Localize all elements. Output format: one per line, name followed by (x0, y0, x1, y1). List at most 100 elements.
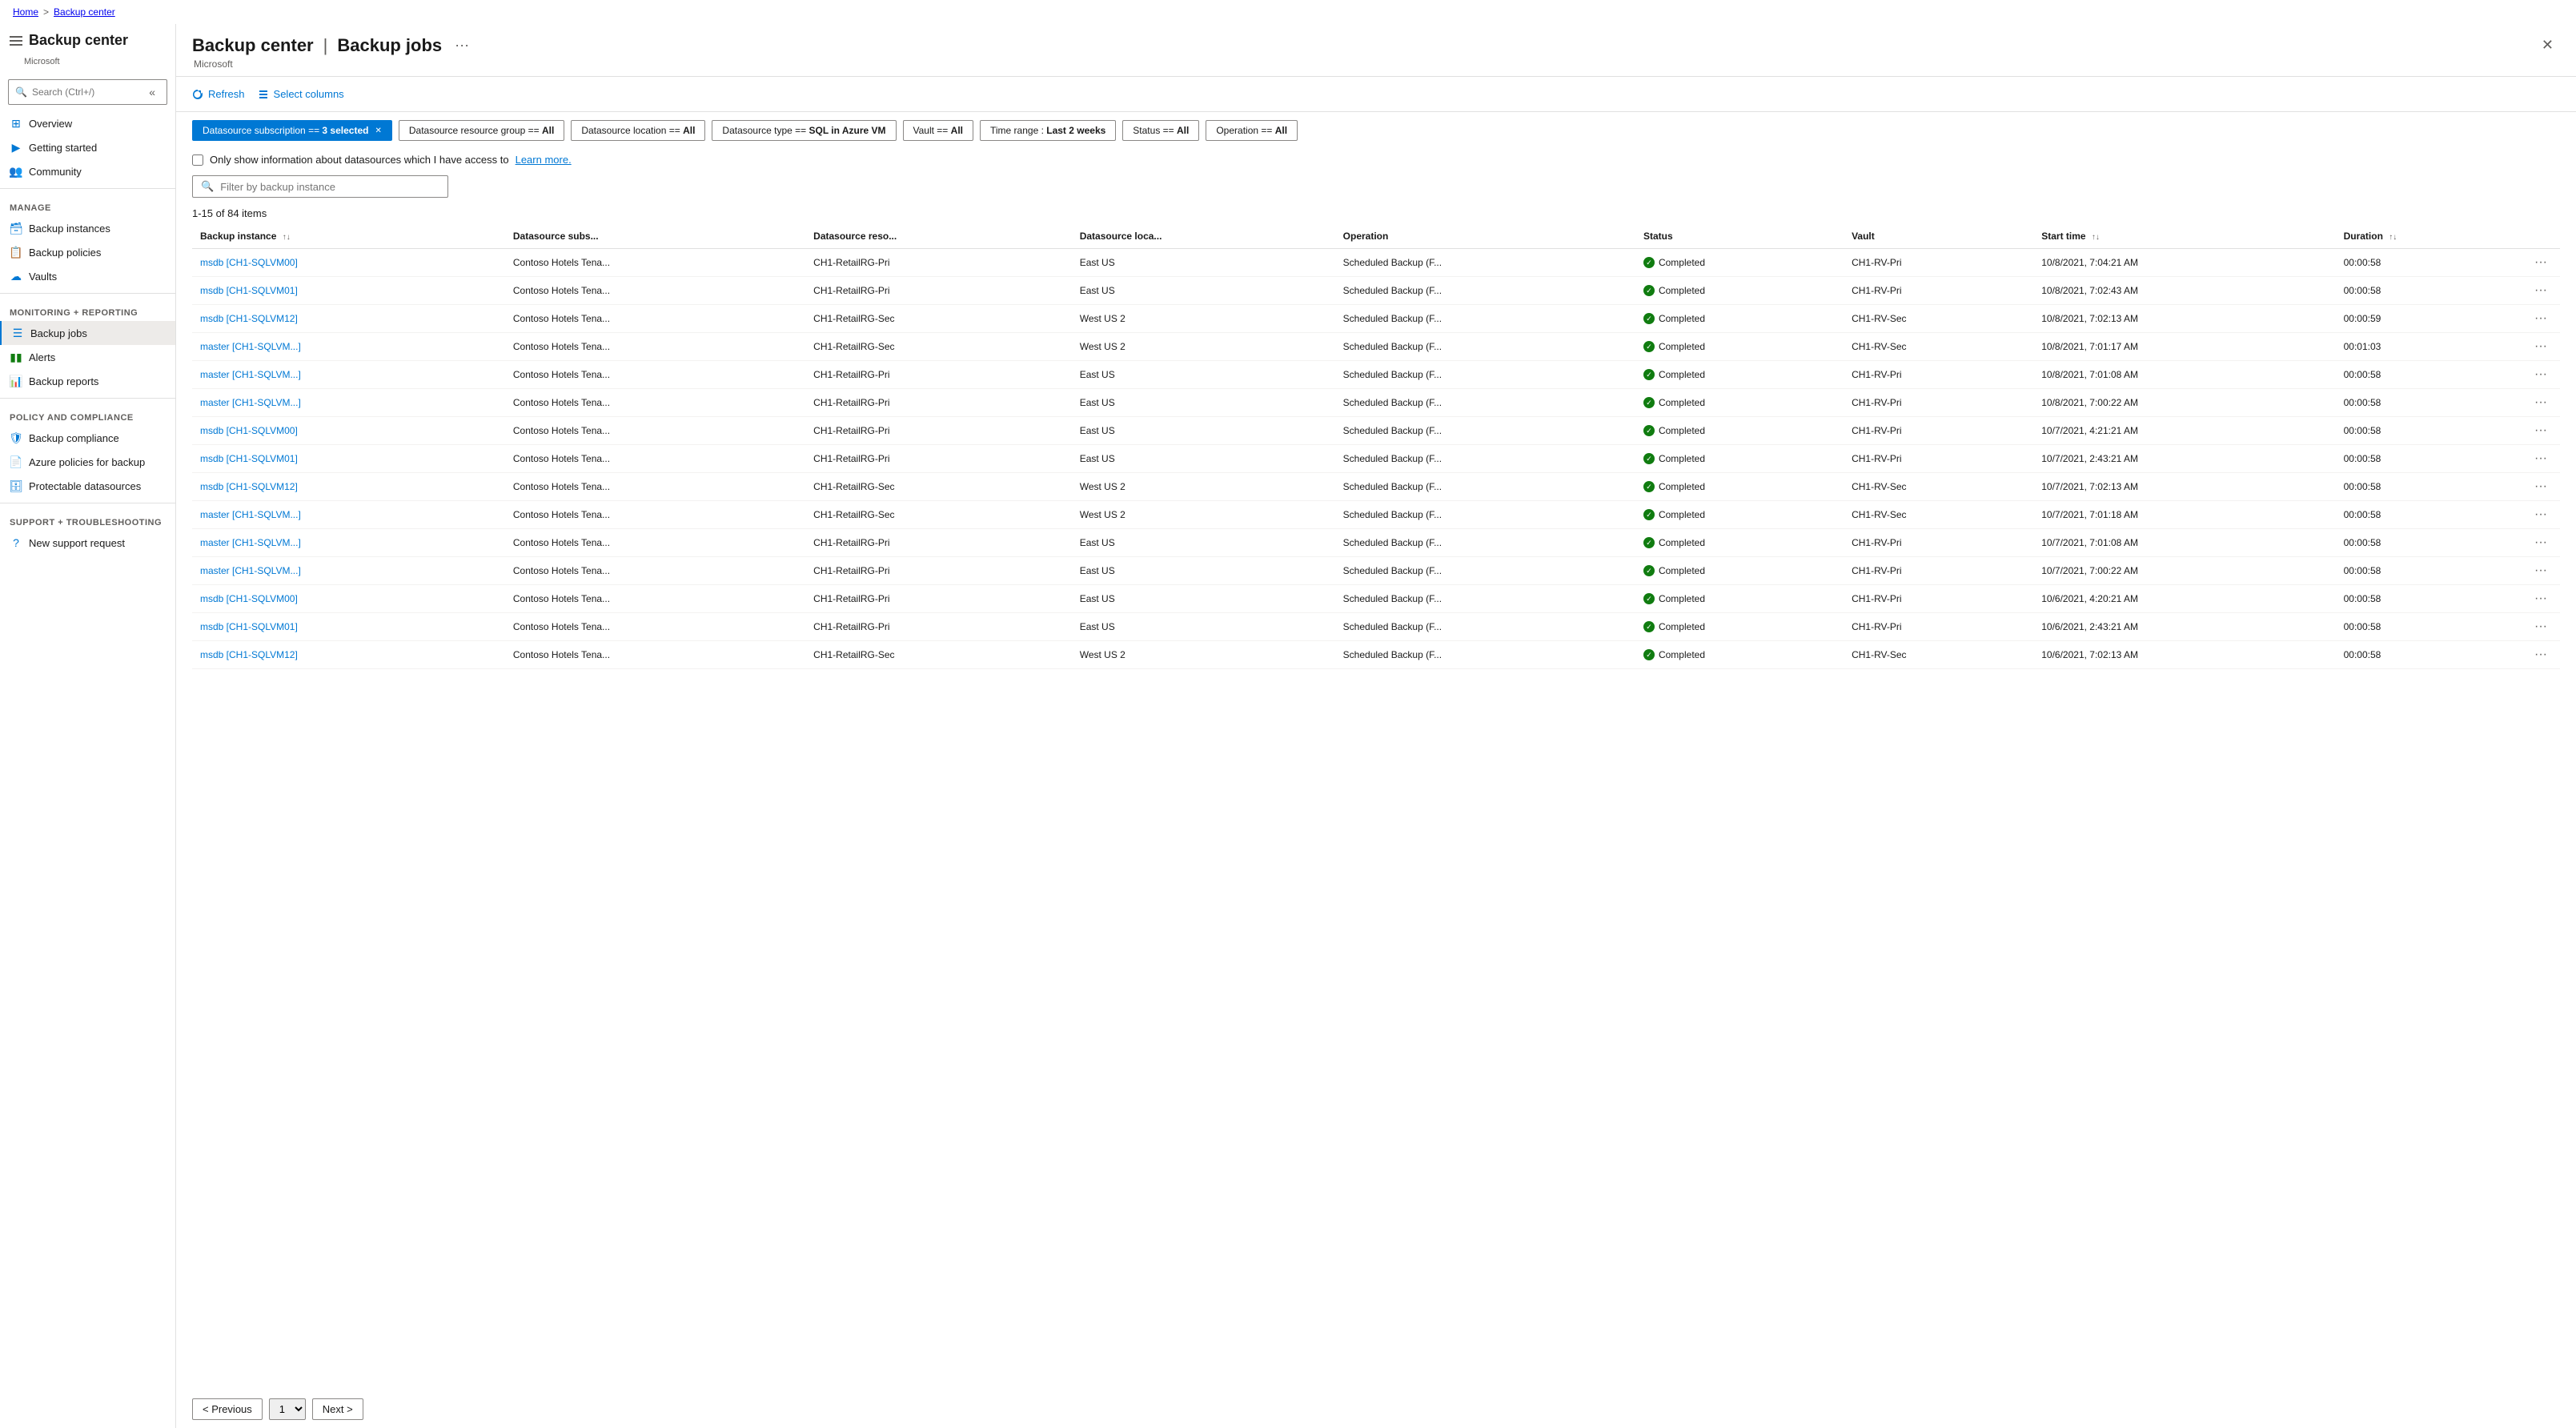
row-menu-icon[interactable]: ··· (2530, 534, 2552, 551)
row-menu-icon[interactable]: ··· (2530, 338, 2552, 355)
row-menu-icon[interactable]: ··· (2530, 254, 2552, 271)
sort-icon[interactable]: ↑↓ (2389, 233, 2397, 242)
cell-row-menu[interactable]: ··· (2522, 585, 2560, 613)
app-brand: Microsoft (0, 57, 175, 73)
sidebar-item-backup-compliance[interactable]: 🛡 Backup compliance (0, 426, 175, 450)
sort-icon[interactable]: ↑↓ (2092, 233, 2100, 242)
cell-backup-instance: msdb [CH1-SQLVM00] (192, 417, 505, 445)
sidebar-item-new-support[interactable]: ? New support request (0, 531, 175, 555)
prev-page-button[interactable]: < Previous (192, 1398, 263, 1420)
cell-row-menu[interactable]: ··· (2522, 361, 2560, 389)
row-menu-icon[interactable]: ··· (2530, 562, 2552, 579)
row-menu-icon[interactable]: ··· (2530, 646, 2552, 663)
sidebar-item-getting-started[interactable]: ▶ Getting started (0, 135, 175, 159)
status-label: Completed (1659, 649, 1705, 660)
cell-operation: Scheduled Backup (F... (1335, 333, 1635, 361)
backup-instance-search[interactable] (220, 181, 439, 193)
select-columns-button[interactable]: Select columns (258, 85, 344, 103)
row-menu-icon[interactable]: ··· (2530, 478, 2552, 495)
sort-icon[interactable]: ↑↓ (283, 233, 291, 242)
filter-chip-resource-group[interactable]: Datasource resource group == All (399, 120, 564, 141)
cell-datasource-subs: Contoso Hotels Tena... (505, 333, 805, 361)
row-menu-icon[interactable]: ··· (2530, 450, 2552, 467)
sidebar-item-backup-reports[interactable]: 📊 Backup reports (0, 369, 175, 393)
col-backup-instance: Backup instance ↑↓ (192, 224, 505, 249)
sidebar-item-backup-jobs[interactable]: ☰ Backup jobs (0, 321, 175, 345)
sidebar-item-overview[interactable]: ⊞ Overview (0, 111, 175, 135)
backup-reports-icon: 📊 (10, 375, 22, 387)
row-menu-icon[interactable]: ··· (2530, 422, 2552, 439)
sidebar-item-community[interactable]: 👥 Community (0, 159, 175, 183)
hamburger-menu[interactable] (10, 36, 22, 46)
cell-row-menu[interactable]: ··· (2522, 305, 2560, 333)
cell-backup-instance: master [CH1-SQLVM...] (192, 557, 505, 585)
cell-row-menu[interactable]: ··· (2522, 417, 2560, 445)
table-row: master [CH1-SQLVM...] Contoso Hotels Ten… (192, 501, 2560, 529)
cell-datasource-subs: Contoso Hotels Tena... (505, 473, 805, 501)
breadcrumb-home[interactable]: Home (13, 6, 38, 18)
filter-close-icon[interactable]: ✕ (375, 126, 381, 135)
filter-label: Operation == All (1216, 125, 1287, 136)
cell-datasource-reso: CH1-RetailRG-Sec (805, 641, 1072, 669)
cell-row-menu[interactable]: ··· (2522, 277, 2560, 305)
row-menu-icon[interactable]: ··· (2530, 310, 2552, 327)
col-vault: Vault (1844, 224, 2033, 249)
learn-more-link[interactable]: Learn more. (516, 154, 572, 166)
next-page-button[interactable]: Next > (312, 1398, 363, 1420)
cell-duration: 00:00:58 (2336, 249, 2522, 277)
row-menu-icon[interactable]: ··· (2530, 366, 2552, 383)
cell-vault: CH1-RV-Pri (1844, 417, 2033, 445)
filter-chip-type[interactable]: Datasource type == SQL in Azure VM (712, 120, 896, 141)
sidebar-search[interactable]: 🔍 « (8, 79, 167, 105)
sidebar-item-label: New support request (29, 537, 125, 549)
cell-row-menu[interactable]: ··· (2522, 641, 2560, 669)
cell-row-menu[interactable]: ··· (2522, 613, 2560, 641)
cell-row-menu[interactable]: ··· (2522, 473, 2560, 501)
cell-datasource-loca: East US (1072, 585, 1335, 613)
sidebar-item-protectable-datasources[interactable]: 🗄 Protectable datasources (0, 474, 175, 498)
cell-operation: Scheduled Backup (F... (1335, 389, 1635, 417)
cell-status: ✓ Completed (1635, 585, 1844, 613)
search-icon: 🔍 (15, 86, 27, 98)
cell-row-menu[interactable]: ··· (2522, 529, 2560, 557)
filter-chip-operation[interactable]: Operation == All (1206, 120, 1298, 141)
filter-chip-status[interactable]: Status == All (1122, 120, 1199, 141)
filter-chip-time-range[interactable]: Time range : Last 2 weeks (980, 120, 1116, 141)
page-select[interactable]: 1 2 3 4 5 6 (269, 1398, 306, 1420)
cell-row-menu[interactable]: ··· (2522, 445, 2560, 473)
row-menu-icon[interactable]: ··· (2530, 618, 2552, 635)
sidebar-item-azure-policies[interactable]: 📄 Azure policies for backup (0, 450, 175, 474)
search-filter[interactable]: 🔍 (192, 175, 448, 198)
collapse-button[interactable]: « (144, 84, 160, 100)
refresh-button[interactable]: Refresh (192, 85, 245, 103)
sidebar-item-backup-instances[interactable]: 🗃 Backup instances (0, 216, 175, 240)
cell-row-menu[interactable]: ··· (2522, 249, 2560, 277)
sidebar-item-alerts[interactable]: ▮▮ Alerts (0, 345, 175, 369)
cell-row-menu[interactable]: ··· (2522, 389, 2560, 417)
row-menu-icon[interactable]: ··· (2530, 506, 2552, 523)
filter-chip-location[interactable]: Datasource location == All (571, 120, 705, 141)
cell-row-menu[interactable]: ··· (2522, 501, 2560, 529)
cell-status: ✓ Completed (1635, 333, 1844, 361)
cell-backup-instance: msdb [CH1-SQLVM12] (192, 641, 505, 669)
checkbox-row: Only show information about datasources … (176, 149, 2576, 170)
sidebar-item-backup-policies[interactable]: 📋 Backup policies (0, 240, 175, 264)
status-icon: ✓ (1643, 369, 1655, 380)
search-input[interactable] (32, 86, 139, 98)
sidebar-item-vaults[interactable]: ☁ Vaults (0, 264, 175, 288)
cell-row-menu[interactable]: ··· (2522, 557, 2560, 585)
cell-row-menu[interactable]: ··· (2522, 333, 2560, 361)
cell-start-time: 10/8/2021, 7:01:08 AM (2033, 361, 2335, 389)
cell-datasource-reso: CH1-RetailRG-Pri (805, 417, 1072, 445)
close-button[interactable]: ✕ (2535, 34, 2560, 57)
filter-chip-vault[interactable]: Vault == All (903, 120, 974, 141)
page-ellipsis[interactable]: ··· (455, 37, 469, 54)
row-menu-icon[interactable]: ··· (2530, 282, 2552, 299)
access-checkbox[interactable] (192, 154, 203, 166)
filter-label: Time range : Last 2 weeks (990, 125, 1105, 136)
breadcrumb-current[interactable]: Backup center (54, 6, 115, 18)
row-menu-icon[interactable]: ··· (2530, 394, 2552, 411)
cell-datasource-subs: Contoso Hotels Tena... (505, 389, 805, 417)
filter-chip-datasource-subscription[interactable]: Datasource subscription == 3 selected ✕ (192, 120, 392, 141)
row-menu-icon[interactable]: ··· (2530, 590, 2552, 607)
